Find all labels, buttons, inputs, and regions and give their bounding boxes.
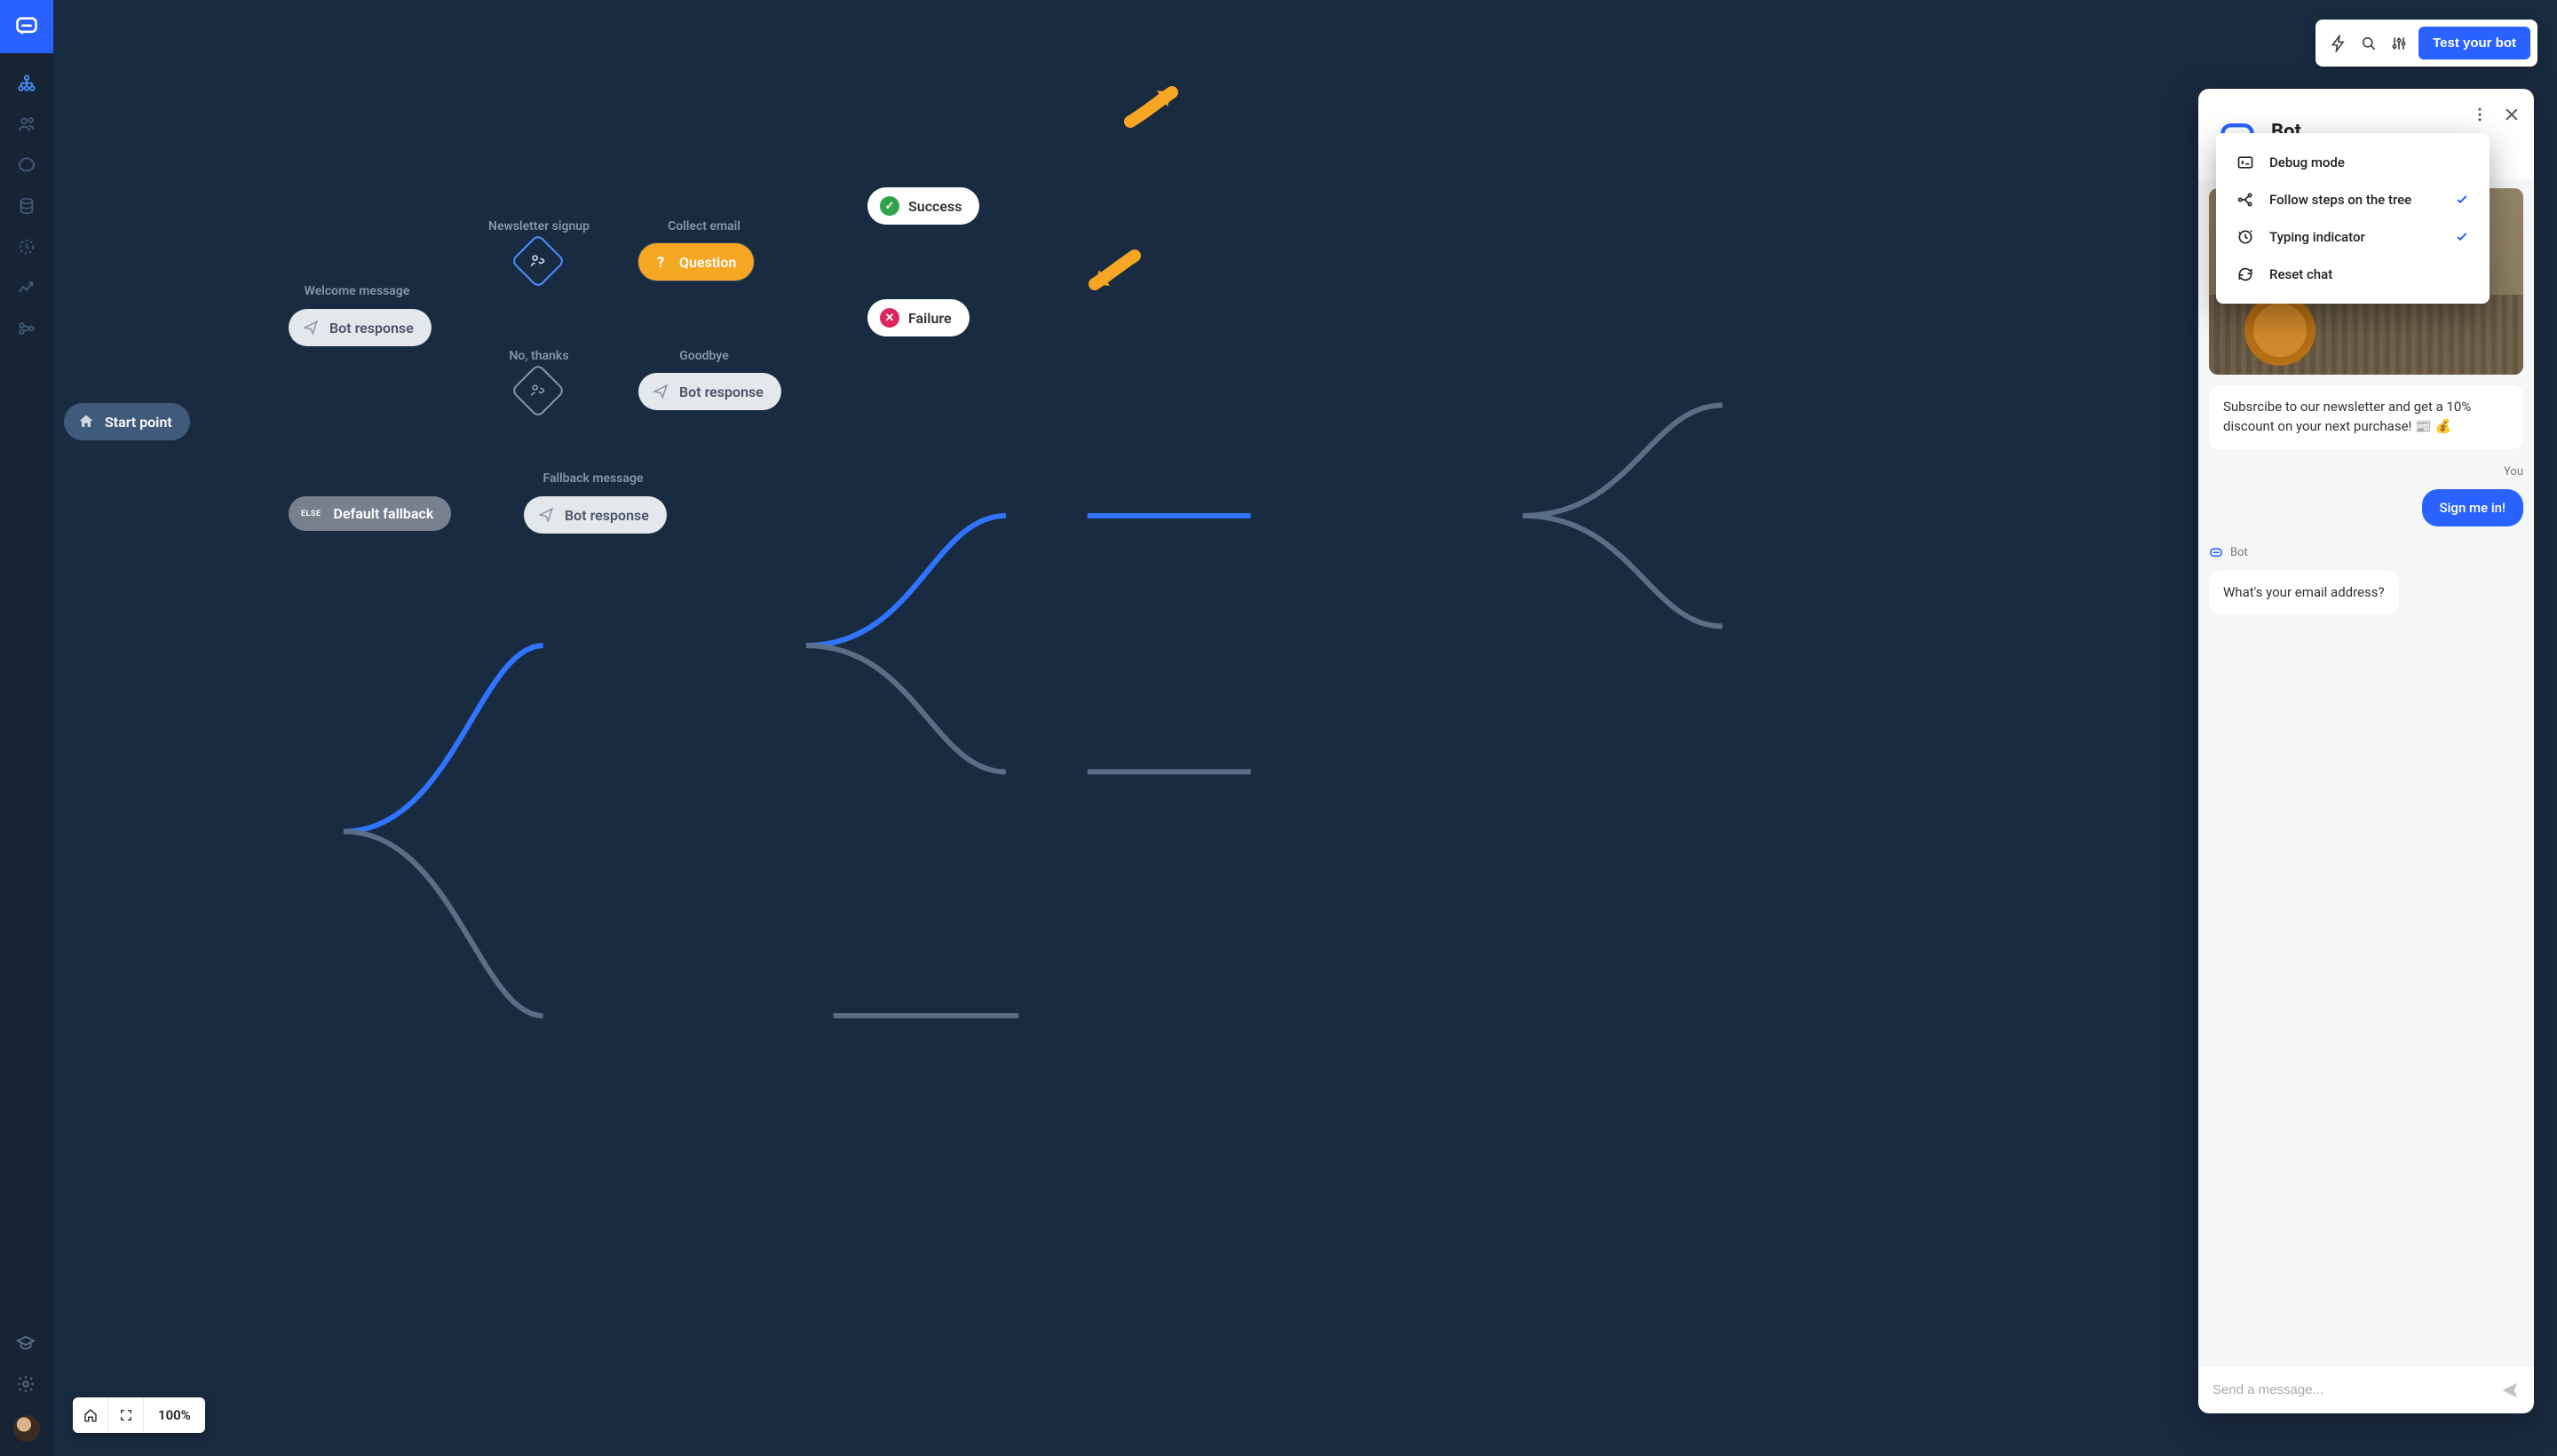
node-goodbye-label: Bot response <box>679 384 764 400</box>
node-default-fallback[interactable]: ELSE Default fallback <box>289 496 451 531</box>
chat-bot-label-row: Bot <box>2209 546 2523 560</box>
menu-debug-mode[interactable]: Debug mode <box>2216 144 2490 181</box>
question-icon: ? <box>651 252 670 272</box>
node-welcome-title: Welcome message <box>305 284 410 298</box>
chat-you-label: You <box>2209 465 2523 479</box>
menu-follow-steps[interactable]: Follow steps on the tree <box>2216 181 2490 218</box>
chat-bot-message-2: What's your email address? <box>2209 571 2399 615</box>
user-response-icon <box>529 252 547 270</box>
terminal-icon <box>2236 153 2255 172</box>
menu-reset-chat[interactable]: Reset chat <box>2216 256 2490 293</box>
clock-icon <box>2236 227 2255 247</box>
app-logo[interactable] <box>0 0 53 53</box>
nav-tree-icon[interactable] <box>16 73 37 94</box>
node-goodbye-response[interactable]: Bot response <box>638 373 781 410</box>
node-failure[interactable]: ✕ Failure <box>867 299 970 336</box>
menu-typing-label: Typing indicator <box>2269 229 2440 245</box>
node-newsletter-title: Newsletter signup <box>488 219 590 233</box>
svg-text:?: ? <box>657 255 664 271</box>
menu-typing-indicator[interactable]: Typing indicator <box>2216 218 2490 256</box>
search-icon[interactable] <box>2358 33 2379 54</box>
nav-database-icon[interactable] <box>16 195 37 217</box>
send-icon <box>651 382 670 401</box>
chat-input-bar <box>2198 1365 2534 1413</box>
user-response-icon <box>529 382 547 400</box>
node-success-label: Success <box>908 198 962 215</box>
node-fallback-label: Bot response <box>565 507 649 524</box>
chat-menu-button[interactable] <box>2470 105 2490 124</box>
check-icon <box>2454 192 2470 208</box>
node-start-label: Start point <box>105 414 172 431</box>
success-icon: ✓ <box>880 196 899 216</box>
chat-input[interactable] <box>2213 1382 2500 1397</box>
node-question[interactable]: ? Question <box>638 243 754 281</box>
node-collect-email-title: Collect email <box>668 219 740 233</box>
sidebar <box>0 0 53 1456</box>
nav-academy-icon[interactable] <box>16 1333 37 1355</box>
send-icon <box>536 505 556 525</box>
node-failure-label: Failure <box>908 310 952 327</box>
top-toolbar: Test your bot <box>2316 20 2537 67</box>
node-question-label: Question <box>679 254 736 271</box>
node-welcome-response[interactable]: Bot response <box>289 309 431 346</box>
nav-trend-icon[interactable] <box>16 277 37 298</box>
home-view-button[interactable] <box>73 1397 108 1433</box>
node-fallback-response[interactable]: Bot response <box>524 496 667 534</box>
node-nothanks-title: No, thanks <box>509 349 568 363</box>
chat-bot-message: Subsrcibe to our newsletter and get a 10… <box>2209 385 2523 449</box>
node-fallback-title: Fallback message <box>543 471 644 486</box>
check-icon <box>2454 229 2470 245</box>
node-goodbye-title: Goodbye <box>679 349 728 363</box>
node-success[interactable]: ✓ Success <box>867 187 979 225</box>
nav-brain-icon[interactable] <box>16 154 37 176</box>
nav-clock-icon[interactable] <box>16 236 37 257</box>
fullscreen-button[interactable] <box>108 1397 144 1433</box>
chat-mini-logo-icon <box>2209 546 2223 560</box>
flow-canvas[interactable]: Start point Welcome message Bot response… <box>53 0 2557 1456</box>
chat-bot-name: Bot <box>2230 546 2248 559</box>
failure-icon: ✕ <box>880 308 899 328</box>
chat-send-button[interactable] <box>2500 1381 2520 1400</box>
user-avatar[interactable] <box>13 1415 40 1442</box>
else-badge: ELSE <box>301 510 321 518</box>
home-icon <box>76 412 96 431</box>
node-default-fallback-label: Default fallback <box>334 505 434 522</box>
chat-user-message: Sign me in! <box>2422 489 2523 526</box>
nav-settings-icon[interactable] <box>16 1374 37 1396</box>
node-welcome-label: Bot response <box>329 320 414 336</box>
chat-body: Subsrcibe to our newsletter and get a 10… <box>2198 179 2534 1365</box>
nav-users-icon[interactable] <box>16 114 37 135</box>
zoom-toolbar: 100% <box>73 1397 205 1433</box>
branch-icon <box>2236 190 2255 210</box>
menu-debug-label: Debug mode <box>2269 154 2470 170</box>
lightning-icon[interactable] <box>2328 33 2349 54</box>
sliders-icon[interactable] <box>2388 33 2410 54</box>
connectors <box>53 0 2557 1456</box>
test-bot-button[interactable]: Test your bot <box>2418 27 2530 59</box>
send-icon <box>301 318 321 337</box>
node-newsletter-diamond[interactable] <box>511 233 566 289</box>
menu-follow-label: Follow steps on the tree <box>2269 192 2440 208</box>
nav-integrations-icon[interactable] <box>16 318 37 339</box>
chat-options-menu: Debug mode Follow steps on the tree Typi… <box>2216 133 2490 304</box>
chat-close-button[interactable] <box>2502 105 2521 124</box>
refresh-icon <box>2236 265 2255 284</box>
node-start-point[interactable]: Start point <box>64 403 190 440</box>
zoom-level: 100% <box>144 1407 205 1423</box>
menu-reset-label: Reset chat <box>2269 266 2470 282</box>
node-nothanks-diamond[interactable] <box>511 363 566 418</box>
